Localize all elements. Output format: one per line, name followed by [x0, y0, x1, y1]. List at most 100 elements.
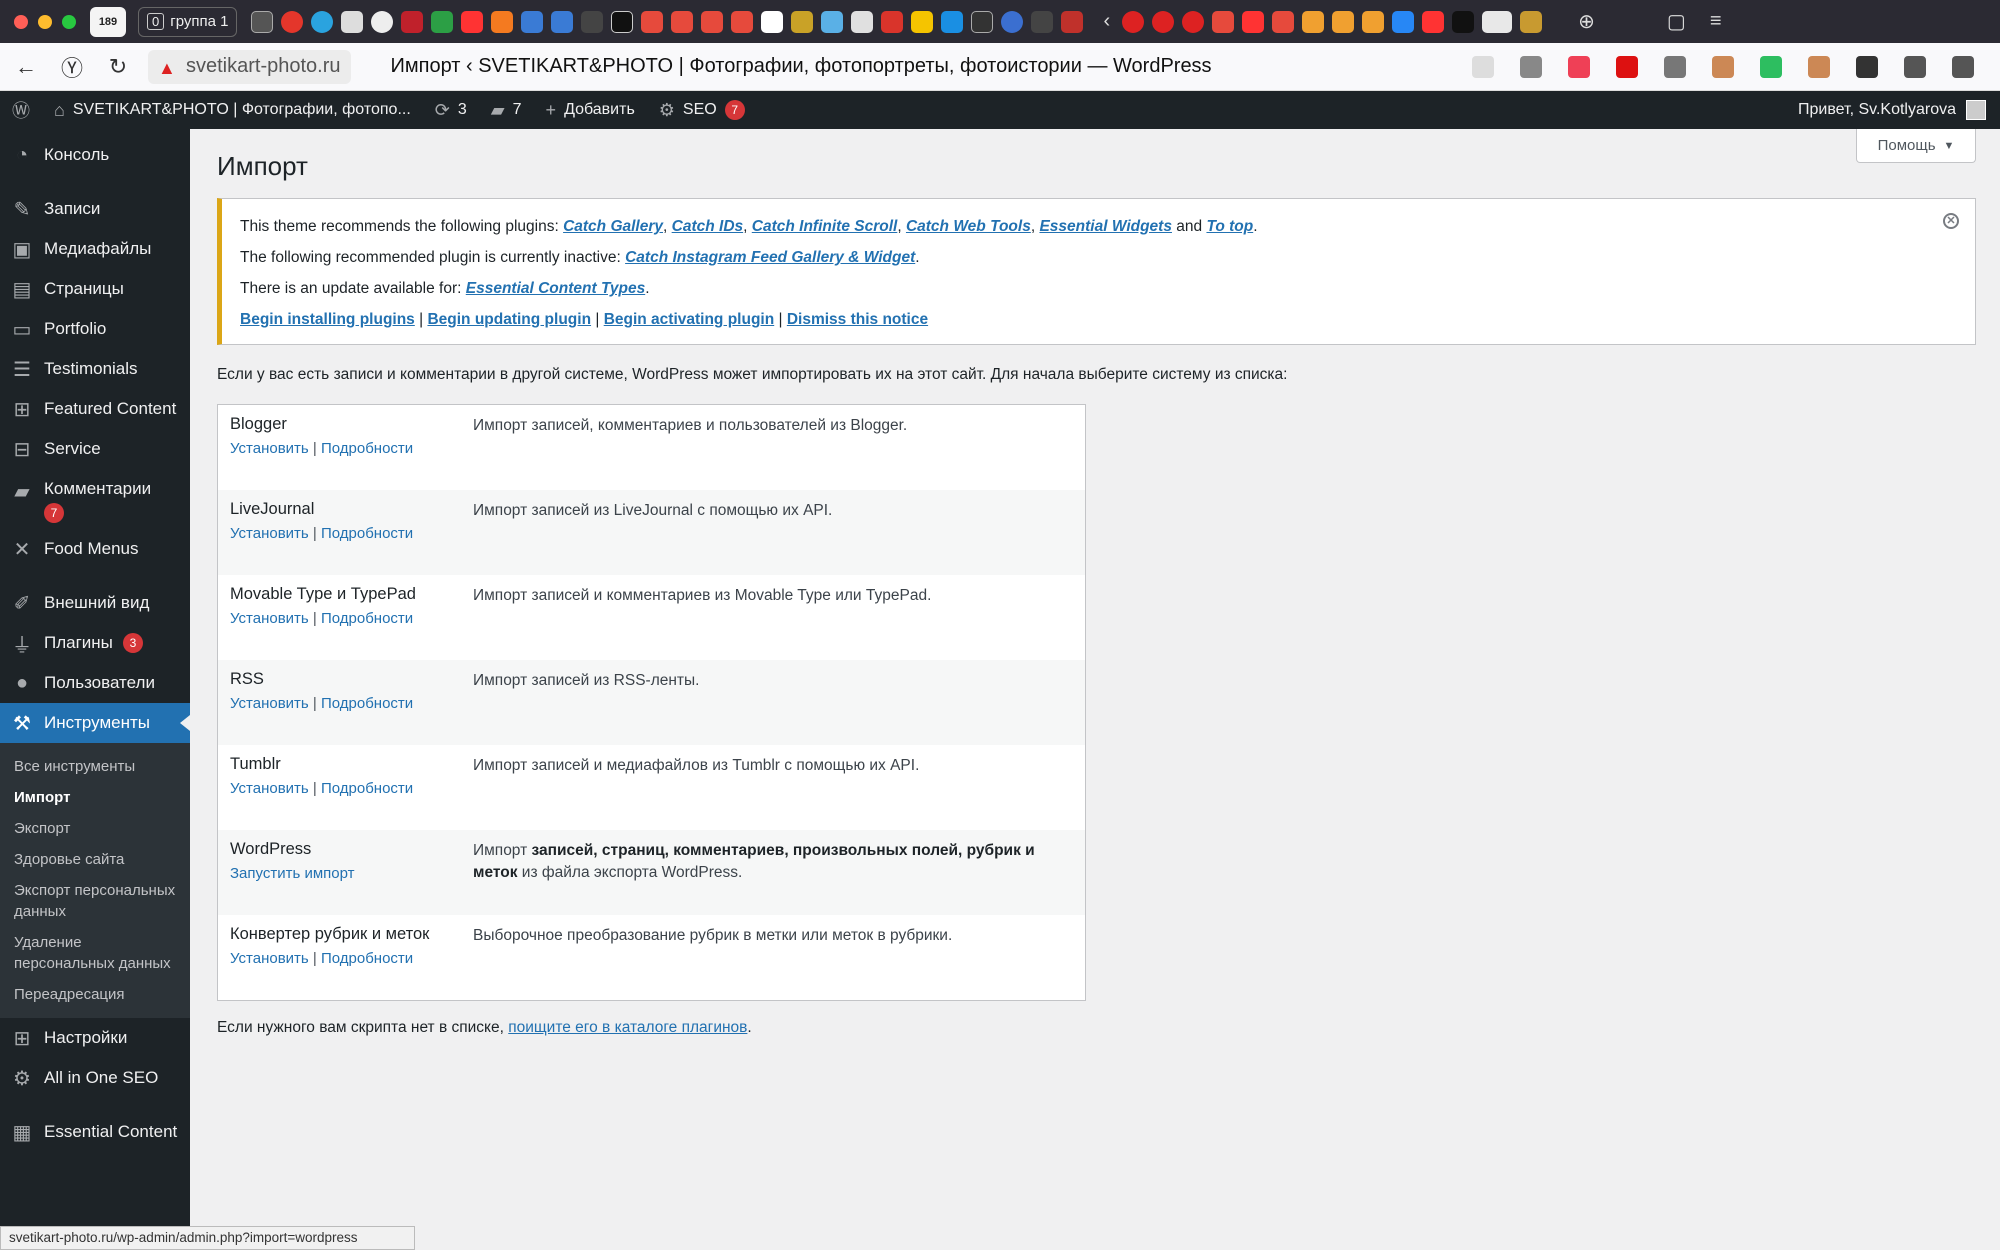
tab-favicon-icon[interactable]	[581, 10, 604, 33]
tab-favicon-icon[interactable]	[521, 10, 544, 33]
submenu-import[interactable]: Импорт	[0, 782, 190, 813]
sidebar-item-settings[interactable]: ⊞ Настройки	[0, 1018, 190, 1058]
tab-favicon-icon[interactable]	[971, 10, 994, 33]
tab-favicon-icon[interactable]	[1452, 10, 1475, 33]
bookmark-icon[interactable]	[1520, 55, 1542, 78]
sidebar-item-appearance[interactable]: ✐ Внешний вид	[0, 583, 190, 623]
tab-favicon-icon[interactable]	[611, 10, 634, 33]
tab-favicon-icon[interactable]	[941, 10, 964, 33]
account-menu[interactable]: Привет, Sv.Kotlyarova	[1798, 100, 2000, 120]
sidebar-item-users[interactable]: ● Пользователи	[0, 663, 190, 703]
tab-favicon-icon[interactable]	[1001, 10, 1024, 33]
submenu-export[interactable]: Экспорт	[0, 813, 190, 844]
tab-favicon-icon[interactable]	[491, 10, 514, 33]
dismiss-notice-link[interactable]: Dismiss this notice	[787, 311, 928, 328]
submenu-export-personal-data[interactable]: Экспорт персональных данных	[0, 875, 190, 927]
details-link[interactable]: Подробности	[321, 610, 413, 627]
extension-icon[interactable]	[1904, 55, 1926, 78]
tab-favicon-icon[interactable]	[551, 10, 574, 33]
sidebar-item-console[interactable]: ◔ Консоль	[0, 135, 190, 175]
reader-mode-icon[interactable]	[1472, 55, 1494, 78]
submenu-erase-personal-data[interactable]: Удаление персональных данных	[0, 927, 190, 979]
sidebar-item-pages[interactable]: ▤ Страницы	[0, 269, 190, 309]
telegram-tab-icon[interactable]	[851, 10, 874, 33]
vk-tab-icon[interactable]	[1392, 10, 1415, 33]
install-link[interactable]: Установить	[230, 780, 309, 797]
sidebar-item-tools[interactable]: ⚒ Инструменты	[0, 703, 190, 743]
extension-icon[interactable]	[1664, 55, 1686, 78]
tab-favicon-icon[interactable]	[1061, 10, 1084, 33]
tab-favicon-icon[interactable]	[1031, 10, 1054, 33]
extension-icon[interactable]	[1808, 55, 1830, 78]
tab-favicon-icon[interactable]	[1122, 10, 1145, 33]
plugin-link-catch-infinite-scroll[interactable]: Catch Infinite Scroll	[752, 218, 898, 235]
sidebar-item-food-menus[interactable]: ✕ Food Menus	[0, 529, 190, 569]
maps-tab-icon[interactable]	[641, 10, 664, 33]
sidebar-item-featured[interactable]: ⊞ Featured Content	[0, 389, 190, 429]
sidebar-item-essential-content[interactable]: ▦ Essential Content	[0, 1112, 190, 1152]
maps-tab-icon[interactable]	[431, 10, 454, 33]
begin-updating-link[interactable]: Begin updating plugin	[427, 311, 591, 328]
details-link[interactable]: Подробности	[321, 440, 413, 457]
install-link[interactable]: Установить	[230, 950, 309, 967]
sidebar-item-posts[interactable]: ✎ Записи	[0, 189, 190, 229]
tab-favicon-icon[interactable]	[821, 10, 844, 33]
sidebar-item-comments[interactable]: ▰ Комментарии 7	[0, 469, 190, 529]
sidebar-item-service[interactable]: ⊟ Service	[0, 429, 190, 469]
close-window-button[interactable]	[14, 14, 28, 29]
tab-favicon-icon[interactable]	[1520, 10, 1543, 33]
install-link[interactable]: Установить	[230, 610, 309, 627]
tab-scroll-left-icon[interactable]: ‹	[1103, 10, 1110, 33]
evernote-icon[interactable]	[1760, 55, 1782, 78]
submenu-all-tools[interactable]: Все инструменты	[0, 751, 190, 782]
plugin-link-catch-instagram[interactable]: Catch Instagram Feed Gallery & Widget	[625, 249, 915, 266]
pocket-icon[interactable]	[1568, 55, 1590, 78]
plugin-link-essential-content-types[interactable]: Essential Content Types	[466, 280, 645, 297]
sidebar-item-aioseo[interactable]: ⚙ All in One SEO	[0, 1058, 190, 1098]
yandex-icon[interactable]: Ⓨ	[52, 51, 92, 83]
maps-tab-icon[interactable]	[701, 10, 724, 33]
home-tab[interactable]: 189	[90, 6, 126, 37]
run-import-link[interactable]: Запустить импорт	[230, 865, 355, 882]
tab-favicon-icon[interactable]	[1152, 10, 1175, 33]
yandex-tab-icon[interactable]	[1242, 10, 1265, 33]
details-link[interactable]: Подробности	[321, 525, 413, 542]
install-link[interactable]: Установить	[230, 695, 309, 712]
maps-tab-icon[interactable]	[731, 10, 754, 33]
bookmark-flag-icon[interactable]	[1616, 55, 1638, 78]
wp-logo-menu[interactable]: Ⓦ	[0, 91, 42, 129]
tab-favicon-icon[interactable]	[341, 10, 364, 33]
plugin-link-catch-web-tools[interactable]: Catch Web Tools	[906, 218, 1031, 235]
new-folder-tab-icon[interactable]	[251, 10, 274, 33]
menu-icon[interactable]: ≡	[1710, 10, 1722, 33]
tab-favicon-icon[interactable]	[371, 10, 394, 33]
new-tab-icon[interactable]: ⊕	[1578, 9, 1595, 34]
maps-tab-icon[interactable]	[1212, 10, 1235, 33]
tab-favicon-icon[interactable]	[911, 10, 934, 33]
install-link[interactable]: Установить	[230, 525, 309, 542]
plugin-link-catch-ids[interactable]: Catch IDs	[672, 218, 744, 235]
yandex-tab-icon[interactable]	[1422, 10, 1445, 33]
details-link[interactable]: Подробности	[321, 695, 413, 712]
comments-menu[interactable]: ▰ 7	[479, 91, 534, 129]
begin-activating-link[interactable]: Begin activating plugin	[604, 311, 775, 328]
tab-favicon-icon[interactable]	[881, 10, 904, 33]
tab-favicon-icon[interactable]	[1182, 10, 1205, 33]
active-tab[interactable]	[1482, 10, 1513, 33]
details-link[interactable]: Подробности	[321, 780, 413, 797]
back-arrow-icon[interactable]: ←	[6, 54, 46, 80]
tab-favicon-icon[interactable]	[401, 10, 424, 33]
downloads-icon[interactable]	[1952, 55, 1974, 78]
minimize-window-button[interactable]	[38, 14, 52, 29]
tab-favicon-icon[interactable]	[1362, 10, 1385, 33]
details-link[interactable]: Подробности	[321, 950, 413, 967]
url-field[interactable]: ▲ svetikart-photo.ru	[148, 49, 351, 84]
tab-favicon-icon[interactable]	[281, 10, 304, 33]
site-name-menu[interactable]: ⌂ SVETIKART&PHOTO | Фотографии, фотопо...	[42, 91, 423, 129]
reload-icon[interactable]: ↻	[98, 54, 138, 80]
telegram-tab-icon[interactable]	[311, 10, 334, 33]
maps-tab-icon[interactable]	[671, 10, 694, 33]
sidebar-item-portfolio[interactable]: ▭ Portfolio	[0, 309, 190, 349]
extension-icon[interactable]	[1712, 55, 1734, 78]
sidebar-item-media[interactable]: ▣ Медиафайлы	[0, 229, 190, 269]
